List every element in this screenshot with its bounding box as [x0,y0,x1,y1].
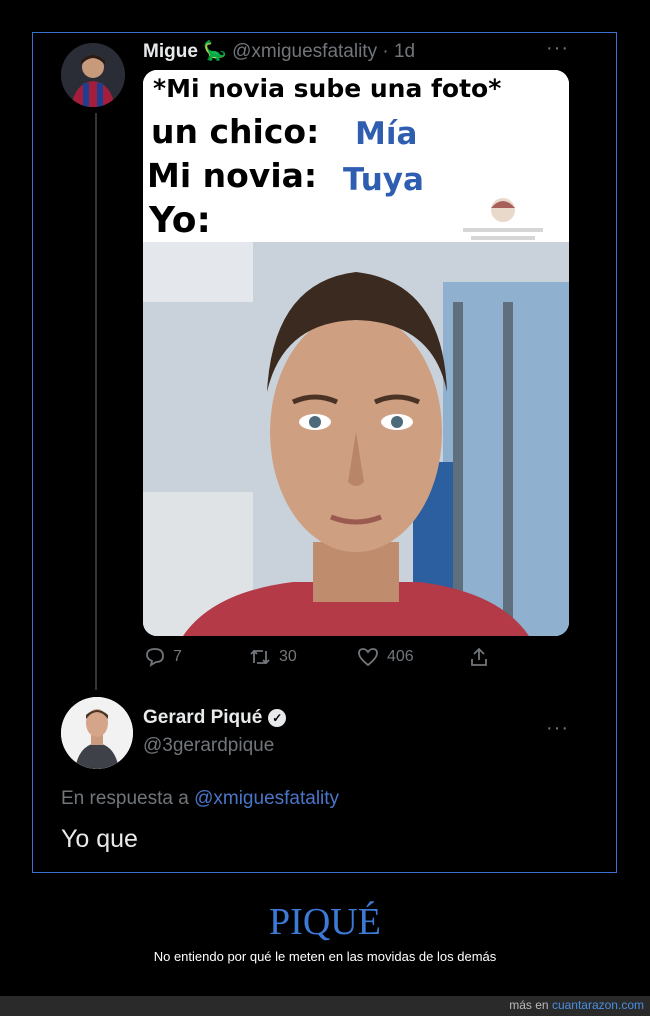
meme-line3-value: Tuya [343,162,424,198]
retweet-icon [250,649,270,665]
retweet-action[interactable]: 30 [249,647,297,667]
selfie-image [143,242,569,636]
screenshot-frame: Migue 🦕 @xmiguesfatality · 1d ··· *Mi no… [32,32,617,873]
avatar-migue[interactable] [61,43,125,107]
retweet-count: 30 [279,648,297,665]
verified-badge-icon: ✓ [268,709,287,727]
like-action[interactable]: 406 [357,647,414,667]
dinosaur-icon: 🦕 [203,41,227,62]
reply-icon [146,648,164,667]
meme-line2-label: un chico: [151,112,320,151]
tweet1-header: Migue 🦕 @xmiguesfatality · 1d [143,39,415,63]
meme-caption: *Mi novia sube una foto* un chico: Mía M… [143,70,569,242]
footer-prefix: más en [509,998,549,1012]
avatar-gerard-pique[interactable] [61,697,133,769]
footer-text: más en cuantarazon.com [509,998,644,1012]
page-subtitle: No entiendo por qué le meten en las movi… [153,949,497,964]
heart-icon [358,648,378,667]
tweet2-text: Yo que [61,825,138,853]
reply-context: En respuesta a @xmiguesfatality [61,788,339,810]
meme-line1: *Mi novia sube una foto* [153,74,502,103]
watermark-logo [463,198,543,240]
avatar-image [61,697,133,769]
meme-line2-value: Mía [355,116,418,152]
tweet2-more-button[interactable]: ··· [546,717,569,740]
footer-site-link[interactable]: cuantarazon.com [552,998,644,1012]
meme-photo [143,242,569,636]
reply-action[interactable]: 7 [145,647,182,667]
tweet2-header: Gerard Piqué ✓ [143,707,287,729]
tweet1-actions: 7 30 406 [145,647,585,673]
tweet1-time[interactable]: 1d [394,41,415,62]
tweet1-handle[interactable]: @xmiguesfatality [232,41,377,62]
meme-line4-label: Yo: [149,200,211,241]
reply-count: 7 [173,648,182,665]
thread-line [95,113,97,690]
meme-line3-label: Mi novia: [147,156,318,195]
tweet1-media[interactable]: *Mi novia sube una foto* un chico: Mía M… [143,70,569,636]
avatar-image [61,43,125,107]
tweet1-more-button[interactable]: ··· [546,37,569,60]
tweet2-handle[interactable]: @3gerardpique [143,735,274,757]
reply-prefix: En respuesta a [61,788,189,809]
like-count: 406 [387,648,414,665]
page-title: PIQUÉ [269,901,381,943]
tweet1-separator: · [382,41,389,62]
share-icon [471,647,487,666]
reply-to-link[interactable]: @xmiguesfatality [194,788,339,809]
footer-bar: más en cuantarazon.com [0,996,650,1016]
tweet1-display-name[interactable]: Migue [143,41,198,62]
share-action[interactable] [469,647,489,667]
tweet2-display-name[interactable]: Gerard Piqué [143,707,262,729]
